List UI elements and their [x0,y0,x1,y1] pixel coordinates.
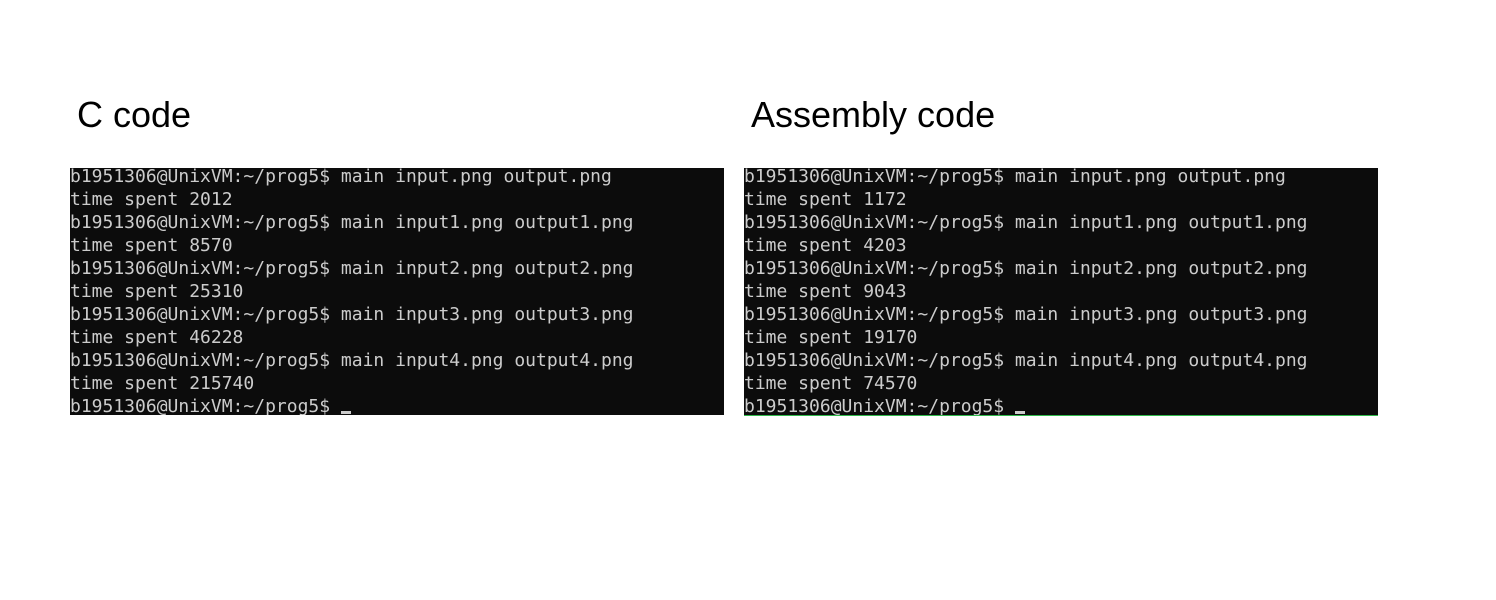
terminal-line: b1951306@UnixVM:~/prog5$ main input3.png… [70,304,634,325]
terminal-line: b1951306@UnixVM:~/prog5$ main input1.png… [70,212,634,233]
terminal-line: time spent 19170 [744,327,918,348]
terminal-line: b1951306@UnixVM:~/prog5$ main input.png … [744,168,1286,187]
terminal-line: b1951306@UnixVM:~/prog5$ main input3.png… [744,304,1308,325]
terminal-prompt: b1951306@UnixVM:~/prog5$ [744,396,1005,416]
terminal-line: time spent 215740 [70,373,255,394]
terminal-prompt-line[interactable]: b1951306@UnixVM:~/prog5$ [70,395,634,415]
c-code-terminal[interactable]: b1951306@UnixVM:~/prog5$ main input.png … [70,168,724,415]
c-code-heading: C code [77,94,192,135]
terminal-line: b1951306@UnixVM:~/prog5$ main input2.png… [70,258,634,279]
terminal-line: b1951306@UnixVM:~/prog5$ main input.png … [70,168,612,187]
terminal-line: b1951306@UnixVM:~/prog5$ main input4.png… [70,350,634,371]
terminal-prompt-line[interactable]: b1951306@UnixVM:~/prog5$ [744,395,1308,416]
terminal-line: time spent 1172 [744,189,907,210]
terminal-prompt: b1951306@UnixVM:~/prog5$ [70,396,331,415]
terminal-line: time spent 2012 [70,189,233,210]
terminal-line: b1951306@UnixVM:~/prog5$ main input1.png… [744,212,1308,233]
terminal-output: b1951306@UnixVM:~/prog5$ main input.png … [70,168,634,415]
terminal-cursor [1015,411,1026,414]
terminal-line: time spent 4203 [744,235,907,256]
terminal-line: time spent 8570 [70,235,233,256]
terminal-output: b1951306@UnixVM:~/prog5$ main input.png … [744,168,1308,416]
terminal-line: b1951306@UnixVM:~/prog5$ main input4.png… [744,350,1308,371]
terminal-line: time spent 46228 [70,327,244,348]
terminal-line: time spent 9043 [744,281,907,302]
terminal-line: b1951306@UnixVM:~/prog5$ main input2.png… [744,258,1308,279]
terminal-line: time spent 74570 [744,373,918,394]
assembly-code-terminal[interactable]: b1951306@UnixVM:~/prog5$ main input.png … [744,168,1378,416]
terminal-cursor [341,411,352,414]
assembly-code-heading: Assembly code [751,94,996,135]
terminal-line: time spent 25310 [70,281,244,302]
